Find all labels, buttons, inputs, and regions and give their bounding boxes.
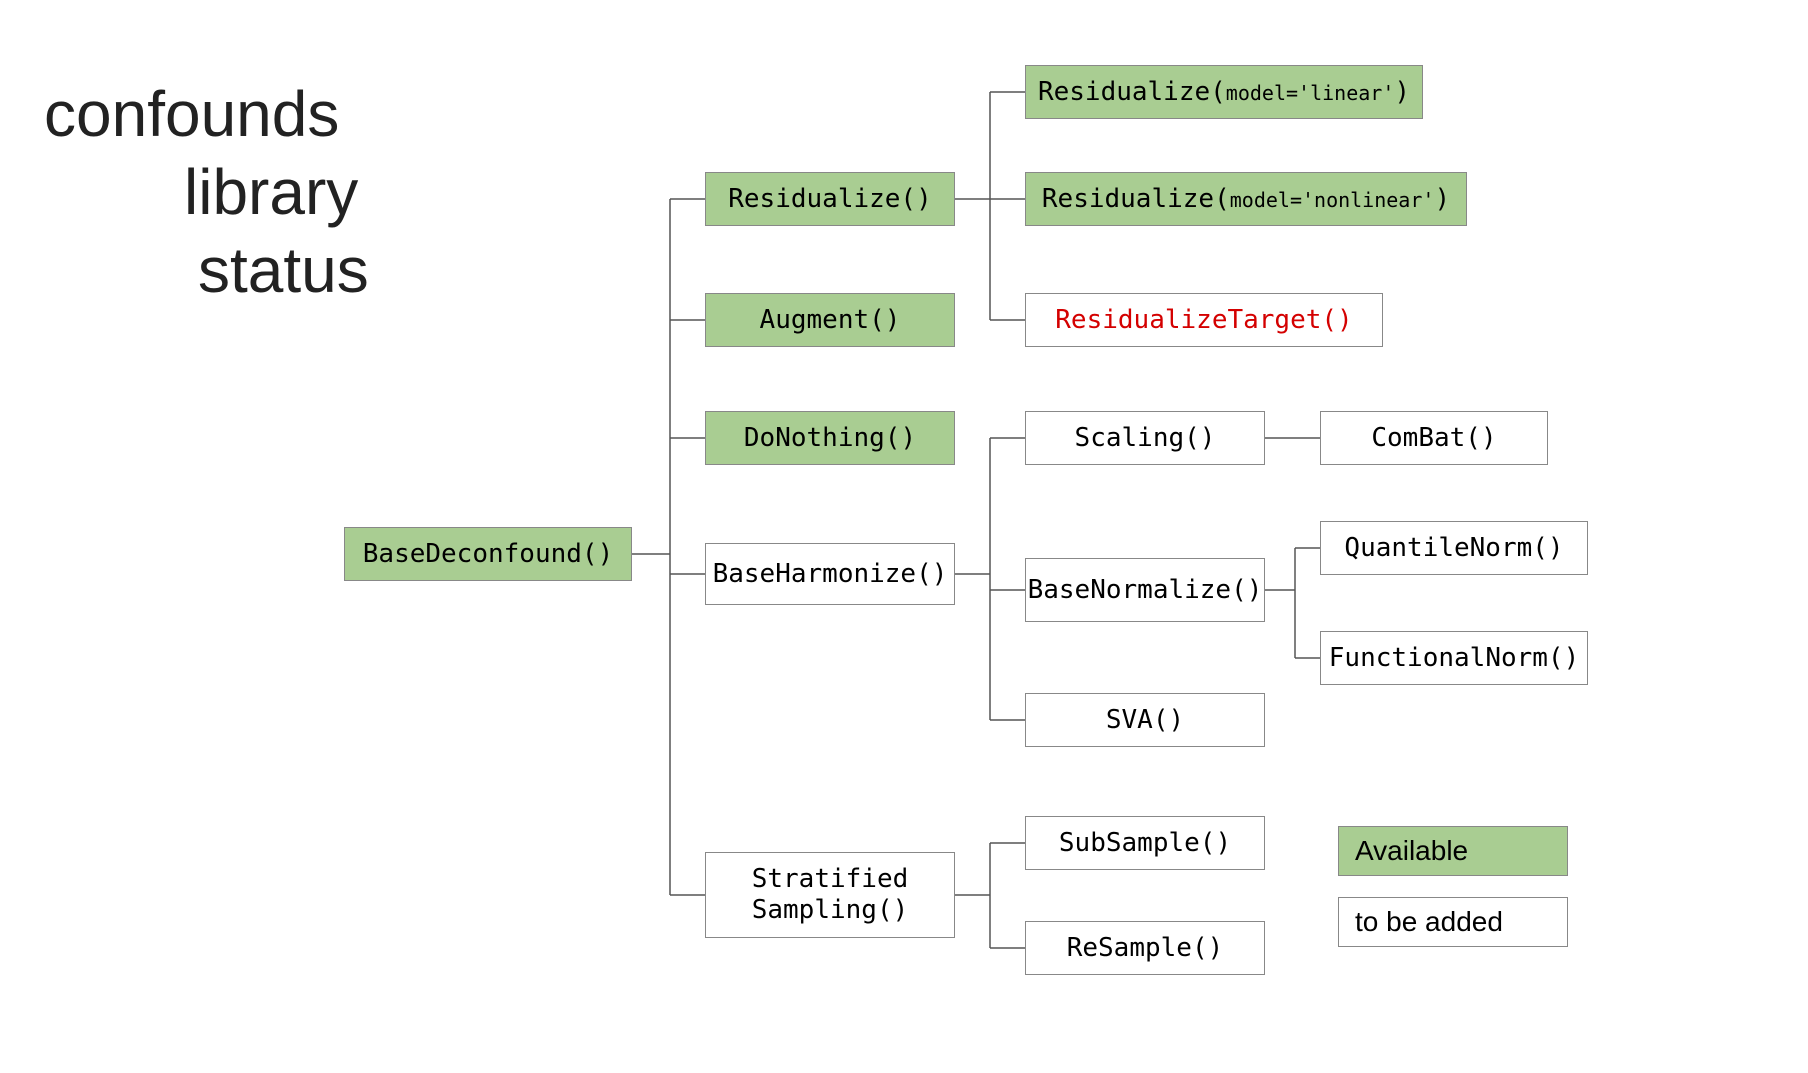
node-stratified-sampling: StratifiedSampling() xyxy=(705,852,955,938)
node-baseharmonize: BaseHarmonize() xyxy=(705,543,955,605)
node-label: ResidualizeTarget() xyxy=(1055,305,1352,335)
node-quantilenorm: QuantileNorm() xyxy=(1320,521,1588,575)
node-label: Augment() xyxy=(760,305,901,335)
node-resample: ReSample() xyxy=(1025,921,1265,975)
node-scaling: Scaling() xyxy=(1025,411,1265,465)
node-label: Scaling() xyxy=(1075,423,1216,453)
node-residualize: Residualize() xyxy=(705,172,955,226)
node-label: BaseNormalize() xyxy=(1028,575,1263,605)
node-label: BaseHarmonize() xyxy=(713,559,948,589)
node-residualize-nonlinear: Residualize(model='nonlinear') xyxy=(1025,172,1467,226)
node-augment: Augment() xyxy=(705,293,955,347)
node-sva: SVA() xyxy=(1025,693,1265,747)
node-label: ComBat() xyxy=(1371,423,1496,453)
node-label: Residualize(model='linear') xyxy=(1038,77,1410,107)
node-label: ReSample() xyxy=(1067,933,1224,963)
legend-to-be-added: to be added xyxy=(1338,897,1568,947)
node-residualize-target: ResidualizeTarget() xyxy=(1025,293,1383,347)
page-title-line3: status xyxy=(198,233,369,307)
node-label: FunctionalNorm() xyxy=(1329,643,1579,673)
node-label: DoNothing() xyxy=(744,423,916,453)
legend-label: to be added xyxy=(1355,906,1503,938)
node-residualize-linear: Residualize(model='linear') xyxy=(1025,65,1423,119)
node-basenormalize: BaseNormalize() xyxy=(1025,558,1265,622)
legend-label: Available xyxy=(1355,835,1468,867)
node-label: Residualize() xyxy=(728,184,932,214)
node-functionalnorm: FunctionalNorm() xyxy=(1320,631,1588,685)
node-label: Residualize(model='nonlinear') xyxy=(1042,184,1450,214)
node-label: SubSample() xyxy=(1059,828,1231,858)
node-label: StratifiedSampling() xyxy=(752,864,909,926)
node-subsample: SubSample() xyxy=(1025,816,1265,870)
node-label: QuantileNorm() xyxy=(1344,533,1563,563)
node-label: SVA() xyxy=(1106,705,1184,735)
page-title-line1: confounds xyxy=(44,77,339,151)
node-base-deconfound: BaseDeconfound() xyxy=(344,527,632,581)
node-donothing: DoNothing() xyxy=(705,411,955,465)
node-combat: ComBat() xyxy=(1320,411,1548,465)
node-label: BaseDeconfound() xyxy=(363,539,613,569)
legend-available: Available xyxy=(1338,826,1568,876)
page-title-line2: library xyxy=(184,155,358,229)
